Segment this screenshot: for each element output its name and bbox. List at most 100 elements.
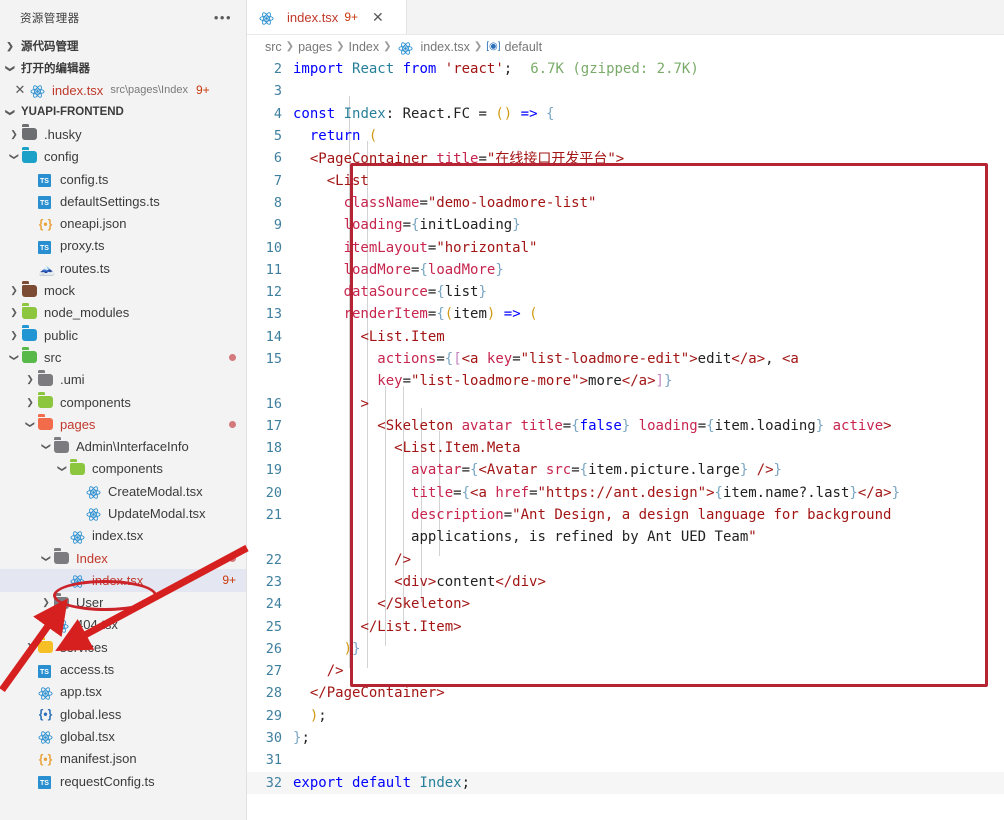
code-line[interactable]: 3 [247,80,1004,102]
code-line[interactable]: key="list-loadmore-more">more</a>]} [247,370,1004,392]
tree-item-defaultsettings-ts[interactable]: TS defaultSettings.ts [0,190,246,212]
code-line[interactable]: 21 description="Ant Design, a design lan… [247,504,1004,526]
tree-item-proxy-ts[interactable]: TS proxy.ts [0,235,246,257]
code-line[interactable]: 14 <List.Item [247,326,1004,348]
chevron-down-icon[interactable] [6,151,22,162]
code-line[interactable]: 16 > [247,392,1004,414]
code-line[interactable]: 31 [247,749,1004,771]
chevron-right-icon[interactable] [6,285,22,296]
code-area[interactable]: 2 import React from 'react'; 6.7K (gzipped… [247,58,1004,794]
close-icon[interactable]: ✕ [372,9,384,26]
code-text: <List.Item.Meta [394,440,521,457]
tree-item-index-tsx[interactable]: index.tsx [0,525,246,547]
ellipsis-icon[interactable]: ••• [214,11,232,24]
code-line[interactable]: 20 title={<a href="https://ant.design">{… [247,482,1004,504]
tree-item-config[interactable]: config [0,146,246,168]
tree-item-index[interactable]: Index [0,547,246,569]
code-line[interactable]: 18 <List.Item.Meta [247,437,1004,459]
chevron-down-icon[interactable] [38,441,54,452]
tree-item-manifest-json[interactable]: {•} manifest.json [0,748,246,770]
open-editor-item-index-tsx[interactable]: ✕ index.tsx src\pages\Index 9+ [0,79,246,101]
tab-index-tsx[interactable]: index.tsx 9+ ✕ [247,0,407,34]
code-line[interactable]: 19 avatar={<Avatar src={item.picture.lar… [247,459,1004,481]
chevron-right-icon[interactable] [22,374,38,385]
code-line[interactable]: 13 renderItem={(item) => ( [247,303,1004,325]
chevron-right-icon[interactable] [22,397,38,408]
section-label: 源代码管理 [21,41,79,53]
tree-item-admin-interfaceinfo[interactable]: Admin\InterfaceInfo [0,435,246,457]
tree-item-node-modules[interactable]: node_modules [0,302,246,324]
chevron-down-icon[interactable] [6,352,22,363]
section-project-root[interactable]: YUAPI-FRONTEND [0,101,246,123]
tree-item-config-ts[interactable]: TS config.ts [0,168,246,190]
chevron-right-icon[interactable] [38,597,54,608]
tree-item-updatemodal-tsx[interactable]: UpdateModal.tsx [0,502,246,524]
tree-item-404-tsx[interactable]: 404.tsx [0,614,246,636]
chevron-right-icon [2,41,18,52]
tree-item-access-ts[interactable]: TS access.ts [0,658,246,680]
code-line[interactable]: applications, is refined by Ant UED Team… [247,526,1004,548]
code-line[interactable]: 2 import React from 'react'; 6.7K (gzipped… [247,58,1004,80]
breadcrumb-item-src[interactable]: src [265,40,282,54]
tree-item-husky[interactable]: .husky [0,123,246,145]
code-line[interactable]: 8 className="demo-loadmore-list" [247,192,1004,214]
tree-item-app-tsx[interactable]: app.tsx [0,681,246,703]
tree-item-routes-ts[interactable]: 🗻 routes.ts [0,257,246,279]
code-line[interactable]: 29 ); [247,705,1004,727]
tree-item-pages[interactable]: pages [0,413,246,435]
typescript-icon: TS [38,193,55,210]
code-line[interactable]: 12 dataSource={list} [247,281,1004,303]
tree-item-user[interactable]: User [0,592,246,614]
chevron-down-icon[interactable] [54,463,70,474]
chevron-right-icon[interactable] [6,307,22,318]
tree-item-services[interactable]: services [0,636,246,658]
section-open-editors[interactable]: 打开的编辑器 [0,57,246,79]
code-line[interactable]: 25 </List.Item> [247,615,1004,637]
tree-item-src[interactable]: src [0,346,246,368]
tree-item-global-tsx[interactable]: global.tsx [0,725,246,747]
code-line[interactable]: 9 loading={initLoading} [247,214,1004,236]
code-line[interactable]: 26 )} [247,638,1004,660]
code-line[interactable]: 30}; [247,727,1004,749]
tree-item-umi[interactable]: .umi [0,369,246,391]
code-line[interactable]: 32 export default Index; [247,771,1004,794]
breadcrumb-item-file[interactable]: index.tsx [421,40,470,54]
chevron-right-icon[interactable] [6,330,22,341]
code-line[interactable]: 6 <PageContainer title="在线接口开发平台"> [247,147,1004,169]
code-line[interactable]: 22 /> [247,549,1004,571]
tree-item-index-tsx[interactable]: index.tsx 9+ [0,569,246,592]
code-line[interactable]: 10 itemLayout="horizontal" [247,236,1004,258]
code-line[interactable]: 5 return ( [247,125,1004,147]
chevron-down-icon[interactable] [22,419,38,430]
tree-item-components[interactable]: components [0,391,246,413]
code-line[interactable]: 23 <div>content</div> [247,571,1004,593]
tree-item-mock[interactable]: mock [0,279,246,301]
tree-item-label: routes.ts [60,260,110,276]
breadcrumb-item-symbol[interactable]: default [505,40,543,54]
section-source-control[interactable]: 源代码管理 [0,35,246,57]
chevron-down-icon[interactable] [38,553,54,564]
close-icon[interactable]: ✕ [10,82,30,98]
code-line[interactable]: 15 actions={[<a key="list-loadmore-edit"… [247,348,1004,370]
code-line[interactable]: 27 /> [247,660,1004,682]
unsaved-indicator [229,353,236,361]
code-line[interactable]: 17 <Skeleton avatar title={false} loadin… [247,415,1004,437]
tree-item-components[interactable]: components [0,458,246,480]
tree-item-label: global.less [60,706,122,722]
chevron-right-icon[interactable] [6,129,22,140]
tree-item-oneapi-json[interactable]: {•} oneapi.json [0,212,246,234]
chevron-right-icon[interactable] [22,642,38,653]
code-line[interactable]: 28 </PageContainer> [247,682,1004,704]
breadcrumb-item-index[interactable]: Index [349,40,380,54]
code-line[interactable]: 24 </Skeleton> [247,593,1004,615]
code-text: description="Ant Design, a design langua… [411,507,892,524]
tree-item-requestconfig-ts[interactable]: TS requestConfig.ts [0,770,246,792]
tree-item-public[interactable]: public [0,324,246,346]
react-icon [54,617,71,633]
tree-item-createmodal-tsx[interactable]: CreateModal.tsx [0,480,246,502]
code-line[interactable]: 7 <List [247,169,1004,191]
code-line[interactable]: 4 const Index: React.FC = () => { [247,103,1004,125]
code-line[interactable]: 11 loadMore={loadMore} [247,259,1004,281]
breadcrumb-item-pages[interactable]: pages [298,40,332,54]
tree-item-global-less[interactable]: {•} global.less [0,703,246,725]
